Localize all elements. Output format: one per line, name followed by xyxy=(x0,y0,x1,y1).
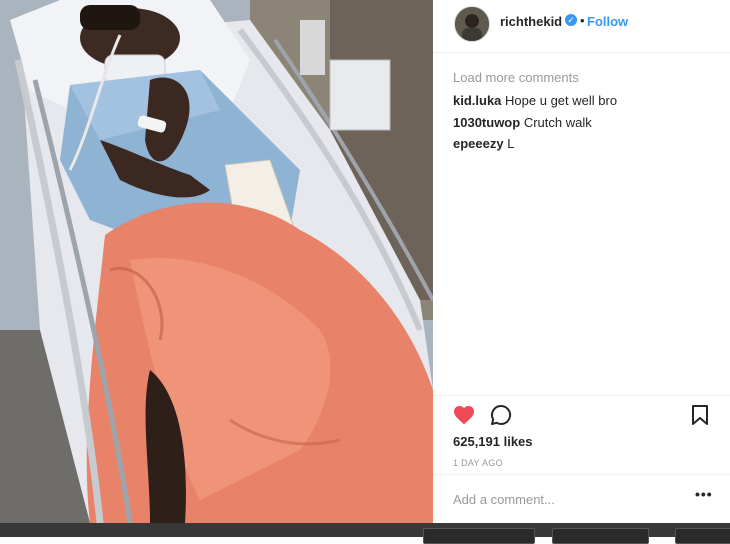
bottom-bar-button[interactable] xyxy=(675,528,730,544)
username-link[interactable]: richthekid xyxy=(500,14,562,29)
load-more-comments-link[interactable]: Load more comments xyxy=(453,70,579,85)
cropped-bottom-bar xyxy=(0,523,730,544)
hospital-bed-photo xyxy=(0,0,433,523)
comment-text: L xyxy=(507,136,515,151)
actions-divider xyxy=(433,395,730,397)
likes-count[interactable]: 625,191 likes xyxy=(453,434,533,449)
follow-button[interactable]: Follow xyxy=(587,14,628,29)
comment-username[interactable]: kid.luka xyxy=(453,93,501,108)
verified-badge-icon: ✓ xyxy=(565,14,577,26)
comment-item: kid.luka Hope u get well bro xyxy=(453,93,617,108)
more-options-button[interactable]: ••• xyxy=(695,486,713,502)
add-comment-input[interactable] xyxy=(453,489,673,509)
comment-item: epeeezy L xyxy=(453,136,514,151)
comment-item: 1030tuwop Crutch walk xyxy=(453,115,592,130)
separator-dot: • xyxy=(580,13,585,28)
post-timestamp[interactable]: 1 DAY AGO xyxy=(453,458,503,468)
bottom-bar-button[interactable] xyxy=(423,528,535,544)
heart-icon[interactable] xyxy=(452,403,476,427)
avatar[interactable] xyxy=(454,6,490,42)
post-side-panel: richthekid ✓ • Follow Load more comments… xyxy=(433,0,730,523)
post-photo[interactable] xyxy=(0,0,433,523)
post-header: richthekid ✓ • Follow xyxy=(433,0,730,53)
avatar-image xyxy=(455,7,489,41)
comment-username[interactable]: 1030tuwop xyxy=(453,115,520,130)
comment-icon[interactable] xyxy=(489,403,513,427)
comment-composer: ••• xyxy=(433,474,730,524)
bookmark-icon[interactable] xyxy=(688,403,712,427)
comment-text: Hope u get well bro xyxy=(505,93,618,108)
comment-text: Crutch walk xyxy=(523,115,592,130)
bottom-bar-button[interactable] xyxy=(552,528,649,544)
comment-username[interactable]: epeeezy xyxy=(453,136,504,151)
